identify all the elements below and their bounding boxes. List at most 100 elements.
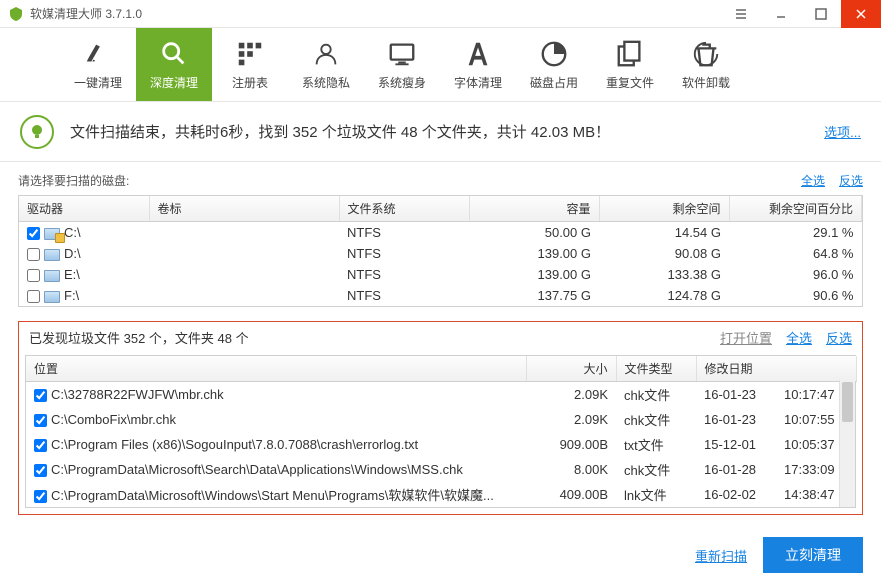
disk-checkbox[interactable] (27, 248, 40, 261)
drive-icon (44, 249, 60, 261)
col-size[interactable]: 大小 (526, 356, 616, 382)
tab-registry[interactable]: 注册表 (212, 28, 288, 101)
app-logo-icon (8, 6, 24, 22)
disk-row[interactable]: C:\NTFS50.00 G14.54 G29.1 % (19, 222, 862, 244)
file-type: chk文件 (616, 407, 696, 432)
main-toolbar: 一键清理深度清理 注册表 系统隐私系统瘦身字体清理磁盘占用 重复文件 软件卸载 (0, 28, 881, 102)
disk-select-all-link[interactable]: 全选 (801, 172, 825, 189)
tab-disk[interactable]: 磁盘占用 (516, 28, 592, 101)
clean-button[interactable]: 立刻清理 (763, 537, 863, 573)
drive-free: 14.54 G (599, 222, 729, 244)
tab-slim[interactable]: 系统瘦身 (364, 28, 440, 101)
tab-quick-clean[interactable]: 一键清理 (60, 28, 136, 101)
scrollbar-thumb[interactable] (842, 382, 853, 422)
dup-icon (614, 38, 646, 70)
col-mtime[interactable]: 修改日期 (696, 356, 856, 382)
file-path: C:\32788R22FWJFW\mbr.chk (51, 387, 224, 402)
file-checkbox[interactable] (34, 464, 47, 477)
window-title: 软媒清理大师 3.7.1.0 (30, 5, 721, 22)
privacy-icon (310, 38, 342, 70)
drive-free: 90.08 G (599, 243, 729, 264)
close-button[interactable] (841, 0, 881, 28)
tab-label: 磁盘占用 (530, 74, 578, 91)
file-type: txt文件 (616, 432, 696, 457)
file-scrollbar[interactable] (839, 380, 855, 507)
col-free[interactable]: 剩余空间 (599, 196, 729, 222)
tab-uninstall[interactable]: 软件卸载 (668, 28, 744, 101)
disk-table: 驱动器 卷标 文件系统 容量 剩余空间 剩余空间百分比 C:\NTFS50.00… (18, 195, 863, 307)
disk-row[interactable]: D:\NTFS139.00 G90.08 G64.8 % (19, 243, 862, 264)
file-table: 位置 大小 文件类型 修改日期 C:\32788R22FWJFW\mbr.chk… (25, 355, 856, 508)
drive-fs: NTFS (339, 285, 469, 306)
drive-cap: 50.00 G (469, 222, 599, 244)
open-location-link[interactable]: 打开位置 (720, 328, 772, 347)
drive-name: F:\ (64, 288, 79, 303)
disk-checkbox[interactable] (27, 290, 40, 303)
options-link[interactable]: 选项... (824, 122, 861, 141)
col-capacity[interactable]: 容量 (469, 196, 599, 222)
file-checkbox[interactable] (34, 439, 47, 452)
drive-pct: 29.1 % (729, 222, 862, 244)
col-pct[interactable]: 剩余空间百分比 (729, 196, 862, 222)
found-invert-link[interactable]: 反选 (826, 328, 852, 347)
drive-fs: NTFS (339, 243, 469, 264)
tab-deep-clean[interactable]: 深度清理 (136, 28, 212, 101)
file-path: C:\ComboFix\mbr.chk (51, 412, 176, 427)
tab-label: 注册表 (232, 74, 268, 91)
status-text: 文件扫描结束，共耗时6秒，找到 352 个垃圾文件 48 个文件夹，共计 42.… (70, 121, 824, 142)
file-checkbox[interactable] (34, 490, 47, 503)
file-date: 15-12-01 (696, 432, 776, 457)
registry-icon (234, 38, 266, 70)
menu-button[interactable] (721, 0, 761, 28)
drive-vol (149, 222, 339, 244)
file-row[interactable]: C:\ProgramData\Microsoft\Search\Data\App… (26, 457, 856, 482)
file-size: 909.00B (526, 432, 616, 457)
col-label[interactable]: 卷标 (149, 196, 339, 222)
status-bar: 文件扫描结束，共耗时6秒，找到 352 个垃圾文件 48 个文件夹，共计 42.… (0, 102, 881, 162)
disk-prompt: 请选择要扫描的磁盘: (18, 172, 129, 189)
disk-section-header: 请选择要扫描的磁盘: 全选 反选 (0, 162, 881, 195)
file-row[interactable]: C:\ProgramData\Microsoft\Windows\Start M… (26, 482, 856, 507)
disk-checkbox[interactable] (27, 269, 40, 282)
font-icon (462, 38, 494, 70)
minimize-button[interactable] (761, 0, 801, 28)
file-row[interactable]: C:\ComboFix\mbr.chk2.09Kchk文件16-01-2310:… (26, 407, 856, 432)
tab-label: 软件卸载 (682, 74, 730, 91)
drive-name: D:\ (64, 246, 81, 261)
found-summary: 已发现垃圾文件 352 个，文件夹 48 个 (29, 328, 249, 347)
drive-pct: 64.8 % (729, 243, 862, 264)
file-type: lnk文件 (616, 482, 696, 507)
col-fs[interactable]: 文件系统 (339, 196, 469, 222)
col-drive[interactable]: 驱动器 (19, 196, 149, 222)
file-date: 16-01-23 (696, 382, 776, 408)
file-type: chk文件 (616, 382, 696, 408)
file-checkbox[interactable] (34, 389, 47, 402)
found-select-all-link[interactable]: 全选 (786, 328, 812, 347)
drive-name: C:\ (64, 225, 81, 240)
file-path: C:\Program Files (x86)\SogouInput\7.8.0.… (51, 437, 418, 452)
file-date: 16-02-02 (696, 482, 776, 507)
drive-vol (149, 243, 339, 264)
drive-pct: 96.0 % (729, 264, 862, 285)
tab-label: 重复文件 (606, 74, 654, 91)
tab-label: 系统隐私 (302, 74, 350, 91)
disk-row[interactable]: F:\NTFS137.75 G124.78 G90.6 % (19, 285, 862, 306)
file-date: 16-01-28 (696, 457, 776, 482)
file-row[interactable]: C:\Program Files (x86)\SogouInput\7.8.0.… (26, 432, 856, 457)
col-type[interactable]: 文件类型 (616, 356, 696, 382)
disk-checkbox[interactable] (27, 227, 40, 240)
tab-dup[interactable]: 重复文件 (592, 28, 668, 101)
disk-invert-link[interactable]: 反选 (839, 172, 863, 189)
tab-label: 深度清理 (150, 74, 198, 91)
file-path: C:\ProgramData\Microsoft\Windows\Start M… (51, 488, 494, 503)
tab-font[interactable]: 字体清理 (440, 28, 516, 101)
file-path: C:\ProgramData\Microsoft\Search\Data\App… (51, 462, 463, 477)
file-row[interactable]: C:\32788R22FWJFW\mbr.chk2.09Kchk文件16-01-… (26, 382, 856, 408)
disk-row[interactable]: E:\NTFS139.00 G133.38 G96.0 % (19, 264, 862, 285)
maximize-button[interactable] (801, 0, 841, 28)
drive-vol (149, 264, 339, 285)
rescan-button[interactable]: 重新扫描 (695, 546, 747, 565)
file-checkbox[interactable] (34, 414, 47, 427)
col-path[interactable]: 位置 (26, 356, 526, 382)
tab-privacy[interactable]: 系统隐私 (288, 28, 364, 101)
